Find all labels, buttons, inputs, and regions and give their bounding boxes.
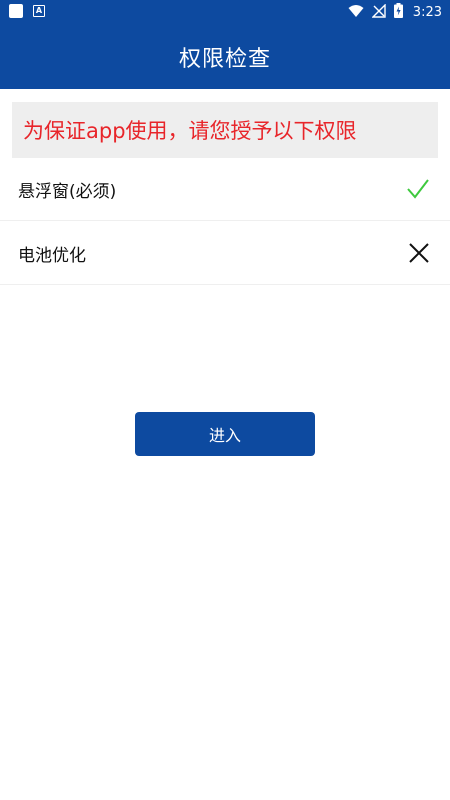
square-notification-icon xyxy=(9,4,23,18)
permission-row-battery-optimization[interactable]: 电池优化 xyxy=(0,222,450,285)
status-left-icons: A xyxy=(9,4,45,18)
permission-row-floating-window[interactable]: 悬浮窗(必须) xyxy=(0,158,450,221)
status-right-icons: 3:23 xyxy=(348,3,442,22)
permission-check-screen: A 3:23 权限检查 为保证app使用，请您授予以下权限 悬浮窗(必须) 电池… xyxy=(0,0,450,800)
wifi-icon xyxy=(348,3,364,22)
app-bar: 权限检查 xyxy=(0,24,450,89)
enter-button-label: 进入 xyxy=(208,426,241,445)
enter-button[interactable]: 进入 xyxy=(135,412,315,456)
no-signal-icon xyxy=(371,3,386,22)
status-bar: A 3:23 xyxy=(0,0,450,24)
status-time: 3:23 xyxy=(412,5,442,20)
permission-label: 电池优化 xyxy=(18,245,86,266)
permission-label: 悬浮窗(必须) xyxy=(18,181,117,202)
notice-text: 为保证app使用，请您授予以下权限 xyxy=(23,119,357,143)
check-icon xyxy=(406,178,430,200)
battery-charging-icon xyxy=(393,3,403,22)
a-notification-icon: A xyxy=(33,5,45,17)
permission-notice-banner: 为保证app使用，请您授予以下权限 xyxy=(12,102,438,158)
cross-icon xyxy=(408,242,430,264)
page-title: 权限检查 xyxy=(178,46,271,72)
